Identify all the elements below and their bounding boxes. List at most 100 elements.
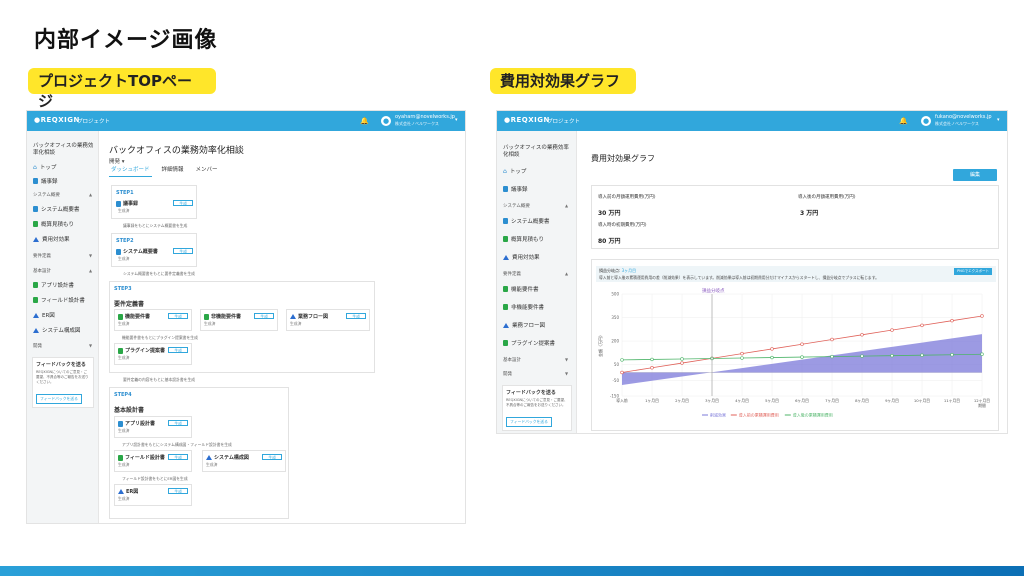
app-logo: ●REQXIGN (504, 116, 550, 124)
generate-button[interactable]: 生成 (346, 313, 366, 319)
step1-card: STEP1 議事録 生成済 生成 (111, 185, 197, 219)
x-tick-label: 8ヶ月目 (855, 398, 869, 403)
feedback-text: REQXIGNについてのご意見・ご要望、不具合等のご報告をお送りください。 (506, 398, 568, 407)
sidebar-item-minutes[interactable]: 議事録 (503, 185, 528, 193)
user-email[interactable]: fukano@novelworks.jp (935, 114, 992, 121)
sidebar-item-er[interactable]: ER図 (33, 311, 55, 319)
x-tick-label: 3ヶ月目 (705, 398, 719, 403)
breakeven-annotation: 損益分岐点 (702, 287, 725, 294)
bell-icon[interactable]: 🔔 (360, 117, 369, 125)
document-icon (118, 420, 123, 427)
sidebar-item-nonfunctional[interactable]: 非機能要件書 (503, 303, 544, 311)
network-icon (33, 312, 39, 318)
x-tick-label: 6ヶ月目 (795, 398, 809, 403)
sidebar-section-requirements[interactable]: 要件定義 ▲ (503, 271, 571, 277)
sidebar-section-basic[interactable]: 基本設計 ▲ (33, 268, 93, 274)
user-icon[interactable]: ● (381, 116, 391, 126)
user-email[interactable]: oyaharn@novelworks.jp (395, 114, 455, 121)
legend-label: 導入後の累積運用費用 (793, 412, 833, 418)
data-point (620, 370, 624, 375)
data-point (620, 358, 624, 362)
tab-members[interactable]: メンバー (194, 164, 220, 177)
flow-note: 機能要件書をもとにプラグイン提案書を生成 (122, 335, 198, 340)
feedback-title: フィードバックを送る (506, 390, 556, 396)
header-project-link[interactable]: プロジェクト (77, 117, 110, 125)
generate-button[interactable]: 生成 (168, 454, 188, 460)
doc-business-flow: 業務フロー図 生成済 生成 (286, 309, 370, 331)
sidebar-item-business-flow[interactable]: 業務フロー図 (503, 321, 545, 329)
feedback-box: フィードバックを送る REQXIGNについてのご意見・ご要望、不具合等のご報告を… (502, 385, 572, 431)
step3-label: STEP3 (114, 286, 132, 292)
header-project-link[interactable]: プロジェクト (547, 117, 580, 125)
chevron-down-icon[interactable]: ▾ (997, 117, 1000, 123)
generate-button[interactable]: 生成 (168, 488, 188, 494)
cost-chart: 50035020050-50-150損益分岐点導入前 1ヶ月目 2ヶ月目 3ヶ月目 4ヶ… (597, 287, 990, 418)
generate-button[interactable]: 生成 (254, 313, 274, 319)
document-icon (33, 206, 38, 212)
sidebar-section-dev[interactable]: 開発 ▼ (33, 343, 93, 349)
x-tick-label: 5ヶ月目 (765, 398, 779, 403)
tab-details[interactable]: 詳細情報 (160, 164, 186, 177)
bottom-bar (0, 566, 1024, 576)
sidebar-item-plugin[interactable]: プラグイン提案書 (503, 339, 555, 347)
sidebar-section-system[interactable]: システム概要 ▲ (33, 192, 93, 198)
slide-title: 内部イメージ画像 (34, 28, 218, 53)
data-point (830, 337, 834, 342)
doc-system-overview: システム概要書 (116, 248, 158, 255)
y-tick-label: 50 (614, 362, 620, 367)
sidebar-item-cost-effect[interactable]: 費用対効果 (503, 253, 540, 261)
generate-button[interactable]: 生成 (262, 454, 282, 460)
tab-dashboard[interactable]: ダッシュボード (109, 164, 152, 177)
data-point (770, 347, 774, 351)
feedback-box: フィードバックを送る REQXIGNについてのご意見・ご要望、不具合等のご報告を… (32, 357, 94, 408)
doc-er: ER図 生成済 生成 (114, 484, 192, 506)
data-point (800, 355, 804, 359)
generate-button[interactable]: 生成 (173, 248, 193, 254)
table-icon (503, 236, 508, 242)
table-icon (33, 297, 38, 303)
network-icon (206, 455, 212, 460)
sidebar-item-system-overview[interactable]: システム概要書 (33, 205, 79, 213)
sidebar-section-basic[interactable]: 基本設計 ▼ (503, 357, 571, 363)
sidebar-item-top[interactable]: ⌂ トップ (33, 163, 56, 172)
legend-label: 削減効果 (710, 412, 726, 418)
table-icon (503, 340, 508, 346)
generate-button[interactable]: 生成 (173, 200, 193, 206)
feedback-button[interactable]: フィードバックを送る (36, 394, 82, 404)
network-icon (290, 314, 296, 319)
before-cost-value: 30 万円 (598, 210, 621, 217)
sidebar-item-minutes[interactable]: 議事録 (33, 177, 58, 185)
sidebar-item-app-design[interactable]: アプリ設計書 (33, 281, 74, 289)
bell-icon[interactable]: 🔔 (899, 117, 908, 125)
sidebar-item-system-overview[interactable]: システム概要書 (503, 217, 549, 225)
generate-button[interactable]: 生成 (168, 420, 188, 426)
sidebar-section-requirements[interactable]: 要件定義 ▼ (33, 253, 93, 259)
data-point (740, 356, 744, 360)
sidebar-item-top[interactable]: ⌂ トップ (503, 167, 526, 176)
sidebar-item-estimate[interactable]: 概算見積もり (503, 235, 544, 243)
x-tick-label: 10ヶ月目 (914, 398, 930, 403)
chevron-down-icon[interactable]: ▾ (455, 117, 458, 123)
status-badge: 生成済 (118, 256, 130, 261)
data-point (860, 333, 864, 337)
data-point (770, 355, 774, 360)
sidebar-item-estimate[interactable]: 概算見積もり (33, 220, 74, 228)
generate-button[interactable]: 生成 (168, 313, 188, 319)
feedback-button[interactable]: フィードバックを送る (506, 417, 552, 427)
status-badge: 生成済 (290, 321, 302, 326)
sidebar-item-cost-effect[interactable]: 費用対効果 (33, 235, 70, 243)
sidebar-section-dev[interactable]: 開発 ▼ (503, 371, 571, 377)
edit-button[interactable]: 編集 (953, 169, 997, 181)
sidebar-item-functional[interactable]: 機能要件書 (503, 285, 539, 293)
sidebar-section-system[interactable]: システム概要 ▲ (503, 203, 571, 209)
user-icon[interactable]: ● (921, 116, 931, 126)
status-badge: 生成済 (206, 462, 218, 467)
sidebar-item-system-config[interactable]: システム構成図 (33, 326, 80, 334)
flow-note: フィールド設計書をもとにER図を生成 (122, 476, 188, 481)
png-export-button[interactable]: PNGでエクスポート (954, 268, 992, 275)
generate-button[interactable]: 生成 (168, 347, 188, 353)
document-icon (116, 248, 121, 255)
data-point (950, 353, 954, 357)
sidebar-item-field-design[interactable]: フィールド設計書 (33, 296, 85, 304)
before-cost-label: 導入前の月額運用費用(万円) (598, 195, 656, 200)
